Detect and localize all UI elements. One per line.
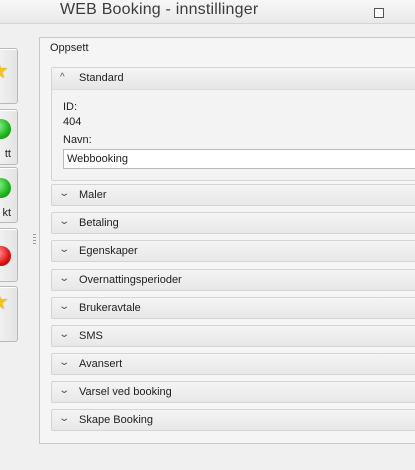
sidebar-button-1[interactable]: ★ bbox=[0, 48, 18, 104]
window-titlebar: WEB Booking - innstillinger bbox=[0, 0, 415, 24]
chevron-down-icon: ⌄ bbox=[58, 413, 71, 424]
splitter-grip[interactable] bbox=[33, 234, 36, 246]
panel-skape-booking[interactable]: ⌄ Skape Booking bbox=[51, 409, 415, 431]
sidebar-button-3[interactable]: kt bbox=[0, 167, 18, 223]
panel-sms[interactable]: ⌄ SMS bbox=[51, 325, 415, 347]
panel-egenskaper[interactable]: ⌄ Egenskaper bbox=[51, 240, 415, 262]
panel-title: Avansert bbox=[79, 358, 123, 370]
sidebar-button-label: kt bbox=[2, 207, 11, 219]
id-value: 404 bbox=[63, 116, 82, 128]
chevron-down-icon: ⌄ bbox=[58, 244, 71, 255]
panel-title: Overnattingsperioder bbox=[79, 274, 182, 286]
sidebar-button-5[interactable]: ★ bbox=[0, 286, 18, 342]
panel-title: Standard bbox=[79, 72, 124, 84]
sidebar-button-2[interactable]: tt bbox=[0, 109, 18, 165]
name-input[interactable] bbox=[63, 149, 415, 169]
chevron-down-icon: ⌄ bbox=[58, 301, 71, 312]
panel-standard-header[interactable]: ^ Standard bbox=[52, 68, 415, 90]
chevron-down-icon: ⌄ bbox=[58, 188, 71, 199]
panel-title: Betaling bbox=[79, 217, 119, 229]
panel-maler[interactable]: ⌄ Maler bbox=[51, 184, 415, 206]
panel-title: Varsel ved booking bbox=[79, 386, 172, 398]
panel-betaling[interactable]: ⌄ Betaling bbox=[51, 212, 415, 234]
panel-varsel-ved-booking[interactable]: ⌄ Varsel ved booking bbox=[51, 381, 415, 403]
panel-title: Skape Booking bbox=[79, 414, 153, 426]
panel-title: Maler bbox=[79, 189, 107, 201]
panel-title: Brukeravtale bbox=[79, 302, 141, 314]
chevron-down-icon: ⌄ bbox=[58, 329, 71, 340]
green-circle-icon bbox=[0, 178, 11, 198]
green-circle-icon bbox=[0, 119, 11, 139]
chevron-down-icon: ⌄ bbox=[58, 385, 71, 396]
panel-avansert[interactable]: ⌄ Avansert bbox=[51, 353, 415, 375]
chevron-up-icon: ^ bbox=[60, 72, 65, 83]
panel-overnattingsperioder[interactable]: ⌄ Overnattingsperioder bbox=[51, 269, 415, 291]
group-title: Oppsett bbox=[50, 42, 89, 54]
name-label: Navn: bbox=[63, 134, 92, 146]
maximize-icon[interactable] bbox=[371, 5, 385, 19]
sidebar-button-label: tt bbox=[4, 148, 11, 160]
window-title: WEB Booking - innstillinger bbox=[60, 1, 259, 18]
id-label: ID: bbox=[63, 101, 78, 113]
star-icon: ★ bbox=[0, 291, 9, 313]
panel-title: Egenskaper bbox=[79, 245, 138, 257]
panel-standard: ^ Standard ID: 404 Navn: bbox=[51, 67, 415, 181]
chevron-down-icon: ⌄ bbox=[58, 216, 71, 227]
chevron-down-icon: ⌄ bbox=[58, 273, 71, 284]
star-icon: ★ bbox=[0, 60, 9, 82]
sidebar-button-4[interactable] bbox=[0, 228, 18, 282]
panel-title: SMS bbox=[79, 330, 103, 342]
chevron-down-icon: ⌄ bbox=[58, 357, 71, 368]
red-circle-icon bbox=[0, 246, 11, 266]
settings-group: Oppsett ^ Standard ID: 404 Navn: ⌄ Maler… bbox=[39, 37, 415, 444]
panel-brukeravtale[interactable]: ⌄ Brukeravtale bbox=[51, 297, 415, 319]
